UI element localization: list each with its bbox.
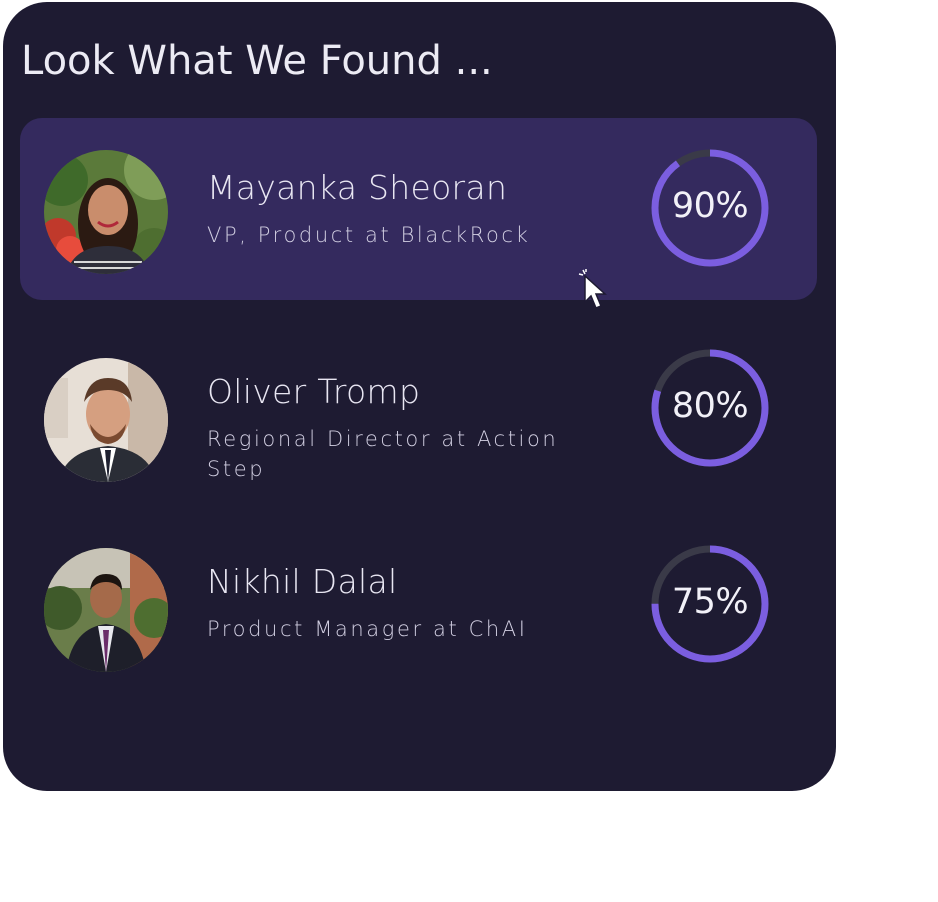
match-row-nikhil-dalal[interactable]: Nikhil Dalal Product Manager at ChAI 75% [20,512,817,694]
match-row-oliver-tromp[interactable]: Oliver Tromp Regional Director at Action… [20,320,817,502]
results-card: Look What We Found ... Mayanka Sheoran V… [3,2,836,791]
mouse-pointer-icon [578,269,607,309]
match-score-label: 75% [671,582,749,622]
avatar [44,150,168,274]
man-portrait-suit-icon [44,358,168,482]
man-portrait-outdoor-icon [44,548,168,672]
page-title: Look What We Found ... [21,38,493,84]
woman-portrait-icon [44,150,168,274]
match-name: Oliver Tromp [207,372,421,411]
match-role: Product Manager at ChAI [207,617,528,641]
match-name: Nikhil Dalal [207,562,398,601]
match-row-mayanka-sheoran[interactable]: Mayanka Sheoran VP, Product at BlackRock… [20,118,817,300]
match-name: Mayanka Sheoran [207,168,508,207]
match-role: Regional Director at Action Step [207,427,559,481]
avatar [44,548,168,672]
match-score-label: 90% [671,186,749,226]
match-role: VP, Product at BlackRock [207,223,531,247]
match-score-label: 80% [671,386,749,426]
avatar [44,358,168,482]
